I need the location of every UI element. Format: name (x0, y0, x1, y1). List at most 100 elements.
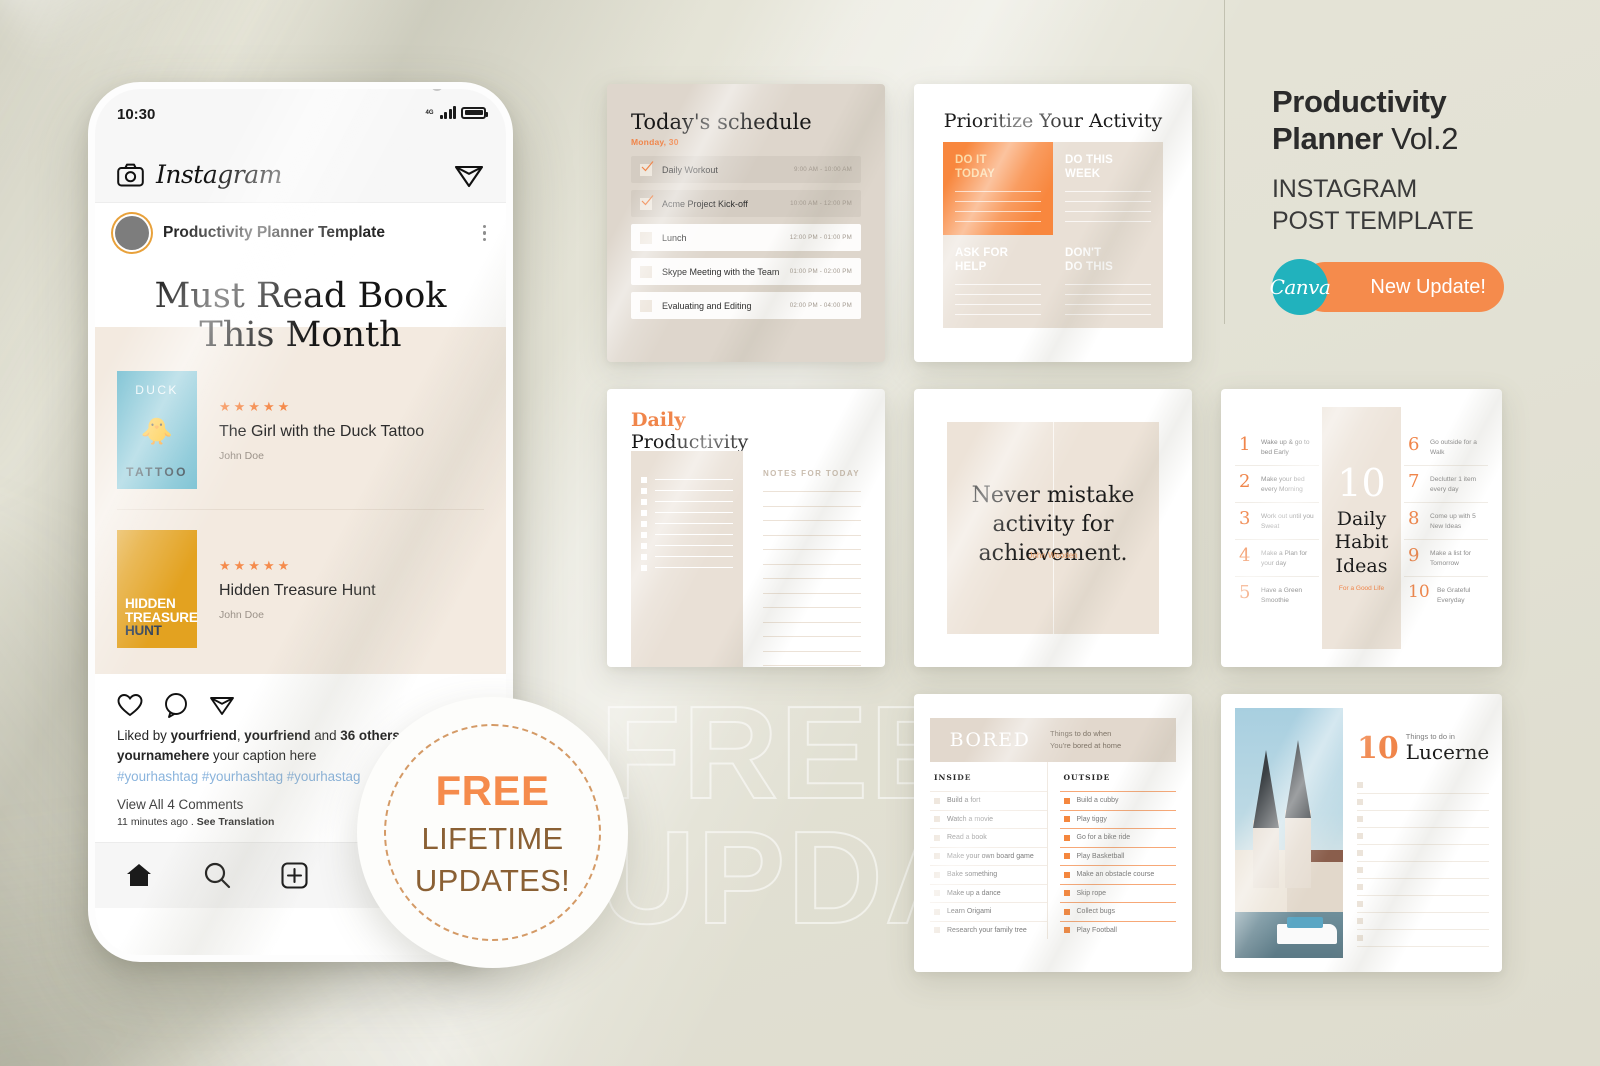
checklist-box[interactable] (641, 509, 647, 516)
bored-list-item[interactable]: Play Football (1059, 920, 1176, 940)
checklist-row[interactable] (641, 542, 733, 549)
checklist-line (655, 534, 733, 536)
checklist-row[interactable] (641, 476, 733, 483)
checklist-box[interactable] (641, 542, 647, 549)
checklist-box[interactable] (641, 520, 647, 527)
lucerne-list-row[interactable] (1357, 879, 1490, 896)
schedule-row[interactable]: Lunch 12:00 PM - 01:00 PM (631, 224, 861, 251)
habit-text: Wake up & go to bed Early (1261, 439, 1310, 456)
share-icon[interactable] (209, 692, 235, 718)
checklist-box[interactable] (641, 476, 647, 483)
lucerne-list-row[interactable] (1357, 862, 1490, 879)
lucerne-list-row[interactable] (1357, 777, 1490, 794)
time-ago-text: 11 minutes ago . (117, 815, 197, 828)
photo-boat-cabin (1287, 917, 1323, 928)
bored-list-item[interactable]: Play Basketball (1059, 846, 1176, 866)
bullet-square (1357, 816, 1363, 822)
habit-item: 1 Wake up & go to bed Early (1235, 429, 1319, 466)
bored-list-item[interactable]: Build a fort (930, 791, 1047, 810)
template-card-prioritize-activity[interactable]: Prioritize Your Activity DO IT TODAY DO T… (914, 84, 1192, 362)
schedule-row[interactable]: Evaluating and Editing 02:00 PM - 04:00 … (631, 292, 861, 319)
template-card-lucerne[interactable]: 10 Things to do in Lucerne (1221, 694, 1502, 972)
quadrant-write-lines (955, 191, 1041, 223)
lucerne-list-row[interactable] (1357, 913, 1490, 930)
checklist-row[interactable] (641, 564, 733, 571)
template-card-quote[interactable]: Never mistake activity for achievement. … (914, 389, 1192, 667)
see-translation-link[interactable]: See Translation (197, 816, 275, 828)
camera-icon[interactable] (117, 163, 144, 187)
bored-list-item[interactable]: Learn Origami (930, 902, 1047, 921)
template-card-bored[interactable]: BORED Things to do when You're bored at … (914, 694, 1192, 972)
checkbox-unchecked[interactable] (640, 231, 652, 244)
checkbox-unchecked[interactable] (640, 265, 652, 278)
template-card-todays-schedule[interactable]: Today's schedule Monday, 30 Daily Workou… (607, 84, 885, 362)
bored-list-item[interactable]: Make up a dance (930, 883, 1047, 903)
lucerne-list-row[interactable] (1357, 828, 1490, 845)
priority-quadrant-ask-for-help[interactable]: ASK FOR HELP (943, 235, 1053, 328)
bored-list-item[interactable]: Research your family tree (930, 920, 1047, 940)
checklist-box[interactable] (641, 553, 647, 560)
checklist-box[interactable] (641, 564, 647, 571)
priority-quadrant-do-it-today[interactable]: DO IT TODAY (943, 142, 1053, 235)
canva-update-badge[interactable]: New Update! Canva (1270, 259, 1504, 316)
bored-list-item[interactable]: Make an obstacle course (1059, 865, 1176, 884)
bored-list-item[interactable]: Bake something (930, 865, 1047, 884)
checklist-row[interactable] (641, 531, 733, 538)
checklist-row[interactable] (641, 520, 733, 527)
lucerne-list-row[interactable] (1357, 845, 1490, 862)
template-card-daily-productivity[interactable]: Daily Productivity NOTES FOR TODAY (607, 389, 885, 667)
bored-list-item[interactable]: Watch a movie (930, 809, 1047, 829)
schedule-row[interactable]: Acme Project Kick-off 10:00 AM - 12:00 P… (631, 190, 861, 217)
checkbox-checked[interactable] (640, 194, 654, 210)
checklist-row[interactable] (641, 553, 733, 560)
lucerne-list-row[interactable] (1357, 930, 1490, 947)
lucerne-list[interactable] (1357, 777, 1490, 947)
bored-list-item[interactable]: Skip rope (1059, 883, 1176, 903)
bullet-square (1357, 850, 1363, 856)
lucerne-list-row[interactable] (1357, 811, 1490, 828)
checklist-row[interactable] (641, 509, 733, 516)
schedule-item-time: 01:00 PM - 02:00 PM (789, 268, 852, 275)
send-icon[interactable] (454, 161, 484, 189)
product-title-line-2-bold: Planner (1272, 120, 1383, 156)
like-icon[interactable] (117, 692, 143, 718)
priority-quadrant-do-this-week[interactable]: DO THIS WEEK (1053, 142, 1163, 235)
daily-notes[interactable]: NOTES FOR TODAY (763, 451, 861, 667)
home-icon[interactable] (125, 862, 153, 888)
lucerne-list-row[interactable] (1357, 896, 1490, 913)
liked-user-2[interactable]: yourfriend (244, 728, 310, 743)
checklist-box[interactable] (641, 487, 647, 494)
bored-list-item[interactable]: Make your own board game (930, 846, 1047, 866)
bored-list-item[interactable]: Play tiggy (1059, 809, 1176, 829)
lucerne-list-row[interactable] (1357, 794, 1490, 811)
caption-username[interactable]: yournamehere (117, 748, 209, 763)
checklist-row[interactable] (641, 498, 733, 505)
book-list-panel: DUCK 🐥 TATTOO ★★★★★ The Girl with the Du… (95, 327, 506, 675)
bored-item-text: Watch a movie (947, 815, 994, 823)
post-username[interactable]: Productivity Planner Template (163, 224, 469, 242)
schedule-row[interactable]: Skype Meeting with the Team 01:00 PM - 0… (631, 258, 861, 285)
checkbox-checked[interactable] (640, 160, 654, 176)
bored-list-item[interactable]: Go for a bike ride (1059, 828, 1176, 847)
book-cover-line-3: HUNT (125, 623, 162, 639)
daily-checklist[interactable] (631, 450, 743, 667)
comment-icon[interactable] (163, 692, 189, 719)
add-icon[interactable] (281, 862, 308, 889)
bored-outside-list: Build a cubby Play tiggy Go for a bike rid… (1059, 791, 1176, 940)
avatar[interactable] (111, 212, 153, 254)
bored-list-item[interactable]: Read a book (930, 828, 1047, 847)
checklist-box[interactable] (641, 531, 647, 538)
schedule-row[interactable]: Daily Workout 9:00 AM - 10:00 AM (631, 156, 861, 183)
checklist-row[interactable] (641, 487, 733, 494)
liked-user-1[interactable]: yourfriend (171, 728, 237, 743)
caption-hashtags[interactable]: #yourhashtag #yourhashtag #yourhastag (117, 769, 360, 784)
bored-list-item[interactable]: Collect bugs (1059, 902, 1176, 921)
bored-list-item[interactable]: Build a cubby (1059, 791, 1176, 810)
checklist-box[interactable] (641, 498, 647, 505)
template-card-daily-habit-ideas[interactable]: 1 Wake up & go to bed Early 2 Make your bed… (1221, 389, 1502, 667)
more-options-icon[interactable] (482, 224, 486, 242)
checkbox-unchecked[interactable] (640, 299, 652, 312)
priority-quadrant-dont-do-this[interactable]: DON'T DO THIS (1053, 235, 1163, 328)
search-icon[interactable] (203, 861, 231, 889)
habit-item: 6 Go outside for a Walk (1404, 429, 1488, 466)
